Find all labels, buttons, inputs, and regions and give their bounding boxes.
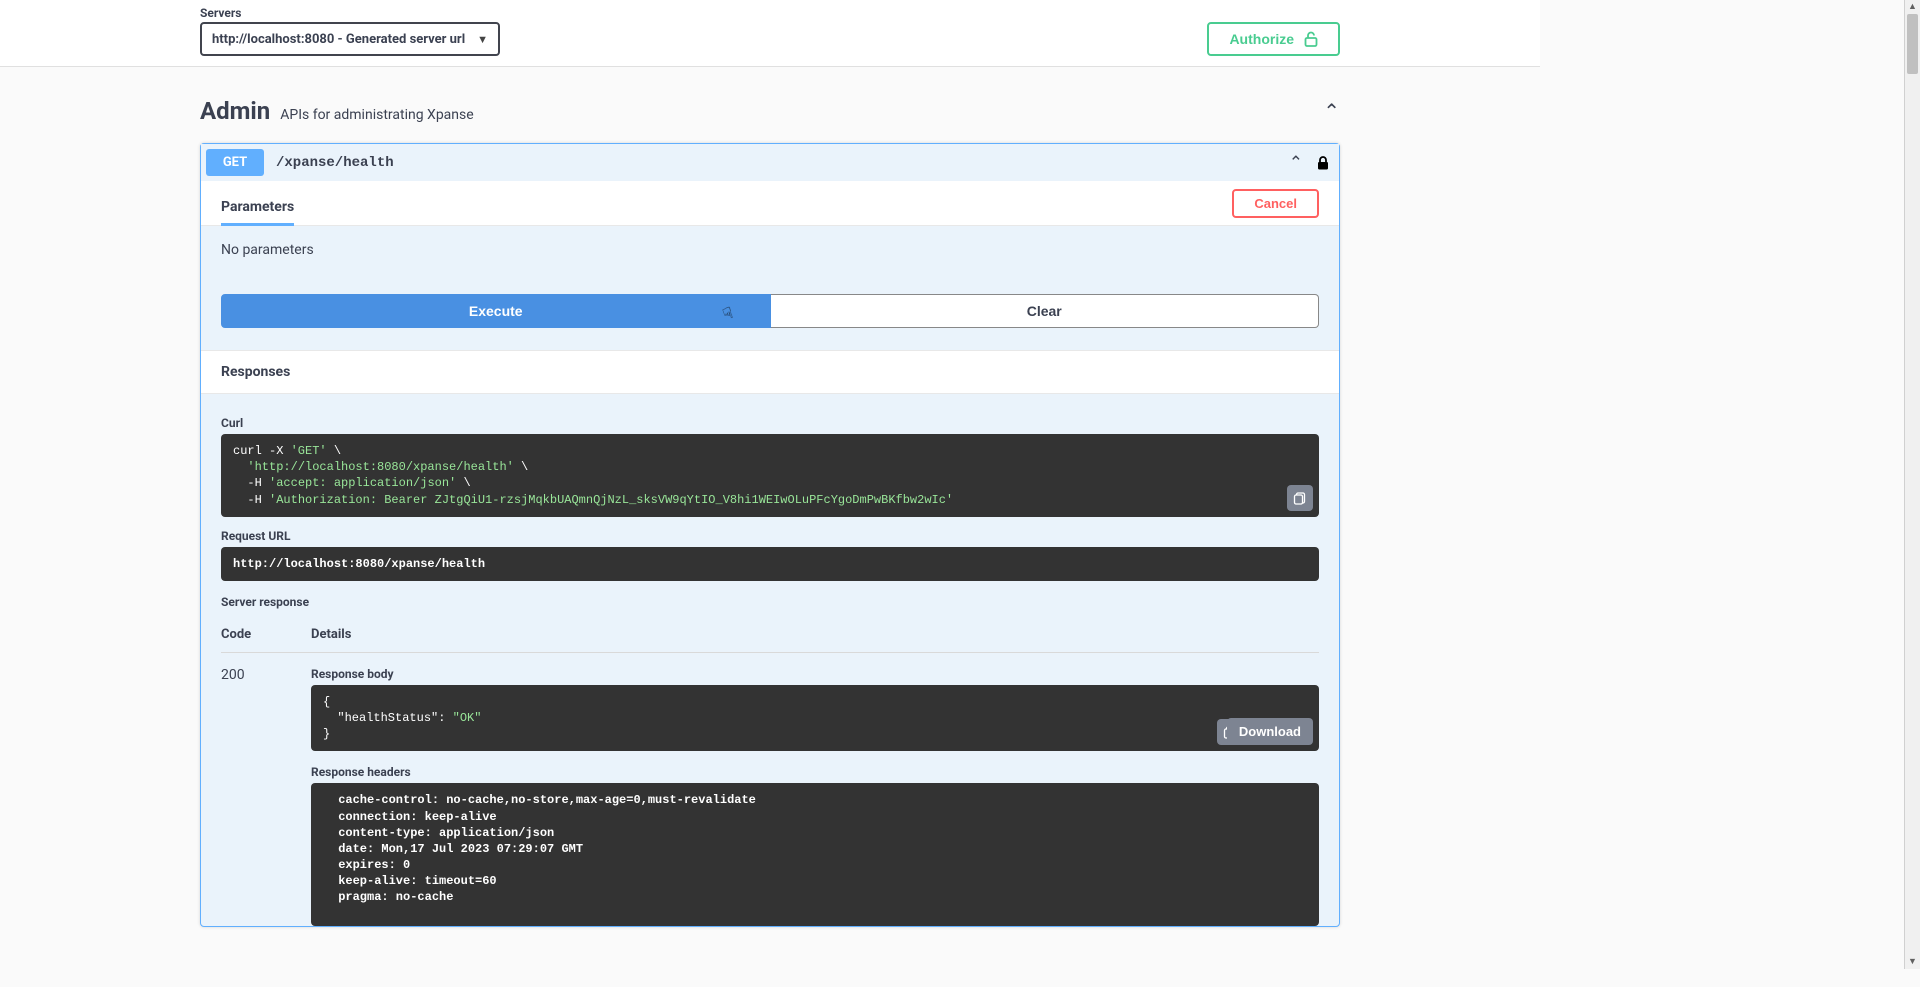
scroll-down-arrow[interactable]: ▼ [1905, 955, 1920, 969]
tag-name: Admin [200, 97, 270, 125]
response-headers-label: Response headers [311, 765, 1319, 779]
download-button[interactable]: Download [1227, 718, 1313, 745]
opblock-get-health: GET /xpanse/health ⌃ Parameters Cancel N… [200, 143, 1340, 927]
top-bar: Servers http://localhost:8080 - Generate… [0, 0, 1540, 67]
lock-icon[interactable] [1317, 156, 1329, 170]
operation-summary[interactable]: GET /xpanse/health ⌃ [201, 144, 1339, 181]
clipboard-icon [1293, 491, 1307, 505]
method-pill: GET [206, 149, 264, 176]
execute-button[interactable]: Execute [221, 294, 771, 328]
cancel-button[interactable]: Cancel [1232, 189, 1319, 218]
request-url-label: Request URL [221, 529, 1319, 543]
copy-curl-button[interactable] [1287, 485, 1313, 511]
response-table-header: Code Details [221, 613, 1319, 653]
no-parameters-text: No parameters [201, 226, 1339, 274]
response-code: 200 [221, 667, 271, 926]
parameters-tab[interactable]: Parameters [221, 191, 294, 226]
parameters-header: Parameters Cancel [201, 181, 1339, 226]
servers-label: Servers [200, 6, 500, 20]
chevron-up-icon: ⌃ [1323, 99, 1340, 123]
authorize-button[interactable]: Authorize [1207, 22, 1340, 56]
tag-description: APIs for administrating Xpanse [280, 107, 473, 123]
chevron-up-icon: ⌃ [1289, 153, 1303, 173]
unlock-icon [1304, 31, 1318, 47]
response-headers-block: cache-control: no-cache,no-store,max-age… [311, 783, 1319, 925]
servers-dropdown[interactable]: http://localhost:8080 - Generated server… [200, 22, 500, 56]
responses-heading: Responses [201, 350, 1339, 394]
authorize-label: Authorize [1229, 31, 1294, 47]
response-body-block: { "healthStatus": "OK" }Download [311, 685, 1319, 752]
tag-admin-header[interactable]: Admin APIs for administrating Xpanse ⌃ [200, 87, 1340, 143]
curl-code-block: curl -X 'GET' \ 'http://localhost:8080/x… [221, 434, 1319, 517]
scroll-up-arrow[interactable]: ▲ [1905, 0, 1920, 14]
response-body-label: Response body [311, 667, 1319, 681]
servers-selected-value: http://localhost:8080 - Generated server… [212, 32, 465, 47]
operation-path: /xpanse/health [276, 155, 394, 171]
vertical-scrollbar[interactable]: ▲ ▼ [1904, 0, 1920, 969]
clear-button[interactable]: Clear [771, 294, 1320, 328]
server-response-label: Server response [221, 595, 1319, 609]
chevron-down-icon: ▼ [477, 33, 488, 46]
curl-label: Curl [221, 416, 1319, 430]
code-column-header: Code [221, 627, 271, 642]
scrollbar-thumb[interactable] [1907, 14, 1918, 74]
request-url-block: http://localhost:8080/xpanse/health [221, 547, 1319, 581]
response-row: 200 Response body { "healthStatus": "OK"… [221, 653, 1319, 926]
details-column-header: Details [311, 627, 1319, 642]
